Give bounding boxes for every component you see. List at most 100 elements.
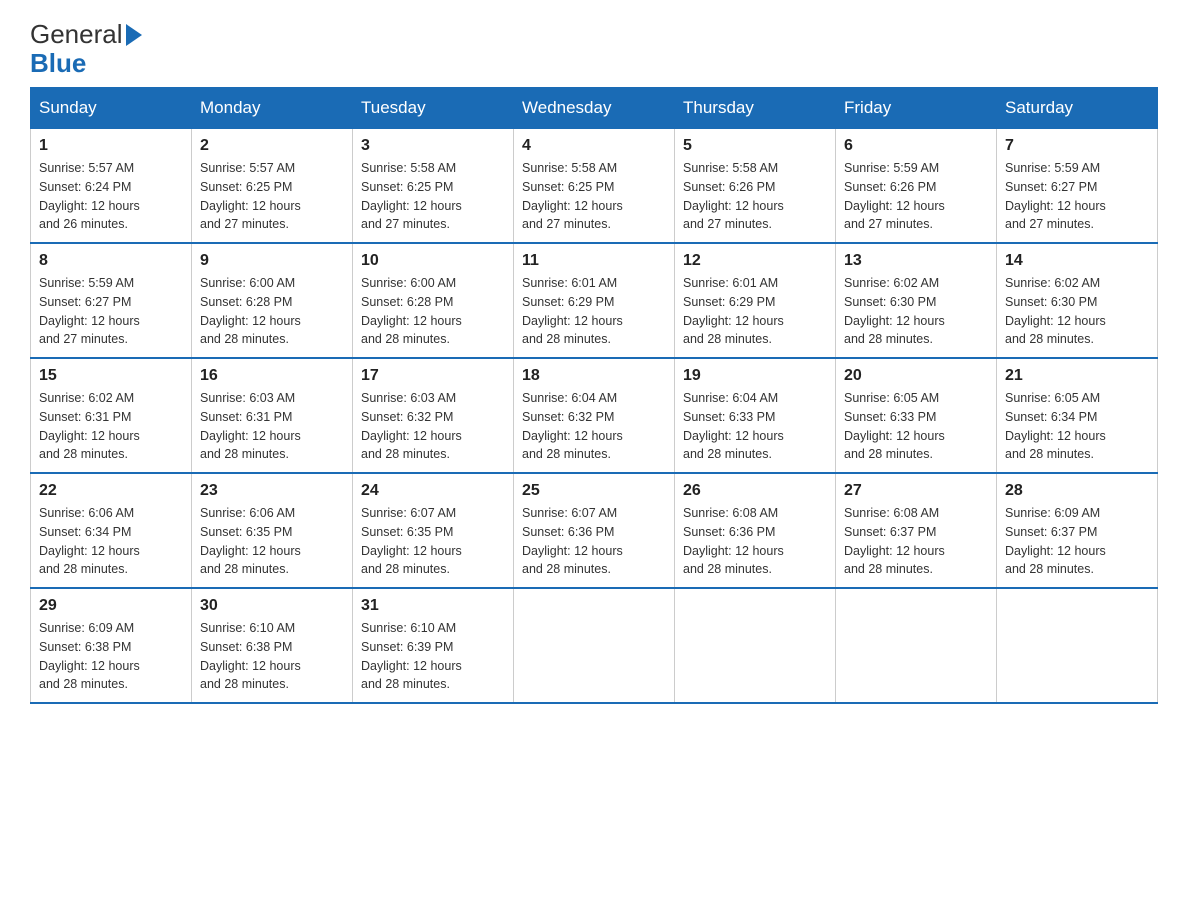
daylight-minutes: and 27 minutes. — [200, 217, 289, 231]
sunset-label: Sunset: 6:34 PM — [1005, 410, 1097, 424]
day-number: 10 — [361, 252, 505, 270]
calendar-cell: 9 Sunrise: 6:00 AM Sunset: 6:28 PM Dayli… — [192, 243, 353, 358]
calendar-cell: 18 Sunrise: 6:04 AM Sunset: 6:32 PM Dayl… — [514, 358, 675, 473]
daylight-minutes: and 28 minutes. — [361, 562, 450, 576]
column-header-friday: Friday — [836, 88, 997, 129]
day-number: 19 — [683, 367, 827, 385]
daylight-label: Daylight: 12 hours — [39, 659, 140, 673]
daylight-label: Daylight: 12 hours — [1005, 544, 1106, 558]
sunrise-label: Sunrise: 6:07 AM — [522, 506, 617, 520]
day-info: Sunrise: 6:10 AM Sunset: 6:38 PM Dayligh… — [200, 619, 344, 694]
calendar-cell: 29 Sunrise: 6:09 AM Sunset: 6:38 PM Dayl… — [31, 588, 192, 703]
day-info: Sunrise: 6:02 AM Sunset: 6:30 PM Dayligh… — [844, 274, 988, 349]
day-info: Sunrise: 6:05 AM Sunset: 6:34 PM Dayligh… — [1005, 389, 1149, 464]
day-number: 30 — [200, 597, 344, 615]
sunset-label: Sunset: 6:33 PM — [683, 410, 775, 424]
daylight-minutes: and 28 minutes. — [522, 447, 611, 461]
daylight-minutes: and 28 minutes. — [683, 332, 772, 346]
daylight-minutes: and 28 minutes. — [39, 447, 128, 461]
daylight-minutes: and 28 minutes. — [200, 332, 289, 346]
day-number: 25 — [522, 482, 666, 500]
day-number: 2 — [200, 137, 344, 155]
calendar-cell — [514, 588, 675, 703]
sunrise-label: Sunrise: 6:06 AM — [39, 506, 134, 520]
day-info: Sunrise: 6:03 AM Sunset: 6:31 PM Dayligh… — [200, 389, 344, 464]
calendar-cell: 6 Sunrise: 5:59 AM Sunset: 6:26 PM Dayli… — [836, 129, 997, 244]
sunrise-label: Sunrise: 6:00 AM — [200, 276, 295, 290]
calendar-cell: 4 Sunrise: 5:58 AM Sunset: 6:25 PM Dayli… — [514, 129, 675, 244]
daylight-minutes: and 28 minutes. — [361, 447, 450, 461]
sunset-label: Sunset: 6:24 PM — [39, 180, 131, 194]
column-header-monday: Monday — [192, 88, 353, 129]
daylight-label: Daylight: 12 hours — [683, 429, 784, 443]
day-info: Sunrise: 5:58 AM Sunset: 6:25 PM Dayligh… — [361, 159, 505, 234]
calendar-week-3: 15 Sunrise: 6:02 AM Sunset: 6:31 PM Dayl… — [31, 358, 1158, 473]
daylight-label: Daylight: 12 hours — [683, 544, 784, 558]
sunset-label: Sunset: 6:26 PM — [683, 180, 775, 194]
day-info: Sunrise: 6:05 AM Sunset: 6:33 PM Dayligh… — [844, 389, 988, 464]
day-number: 4 — [522, 137, 666, 155]
daylight-minutes: and 28 minutes. — [200, 562, 289, 576]
calendar-cell: 8 Sunrise: 5:59 AM Sunset: 6:27 PM Dayli… — [31, 243, 192, 358]
day-number: 31 — [361, 597, 505, 615]
logo-general-text: General — [30, 20, 123, 49]
calendar-cell: 19 Sunrise: 6:04 AM Sunset: 6:33 PM Dayl… — [675, 358, 836, 473]
calendar-week-1: 1 Sunrise: 5:57 AM Sunset: 6:24 PM Dayli… — [31, 129, 1158, 244]
sunrise-label: Sunrise: 6:01 AM — [683, 276, 778, 290]
sunrise-label: Sunrise: 5:58 AM — [683, 161, 778, 175]
day-info: Sunrise: 6:07 AM Sunset: 6:35 PM Dayligh… — [361, 504, 505, 579]
sunset-label: Sunset: 6:27 PM — [1005, 180, 1097, 194]
sunset-label: Sunset: 6:27 PM — [39, 295, 131, 309]
day-number: 23 — [200, 482, 344, 500]
calendar-cell: 22 Sunrise: 6:06 AM Sunset: 6:34 PM Dayl… — [31, 473, 192, 588]
day-info: Sunrise: 5:59 AM Sunset: 6:27 PM Dayligh… — [1005, 159, 1149, 234]
sunset-label: Sunset: 6:28 PM — [200, 295, 292, 309]
calendar-cell: 20 Sunrise: 6:05 AM Sunset: 6:33 PM Dayl… — [836, 358, 997, 473]
calendar-cell: 23 Sunrise: 6:06 AM Sunset: 6:35 PM Dayl… — [192, 473, 353, 588]
column-header-thursday: Thursday — [675, 88, 836, 129]
day-info: Sunrise: 6:08 AM Sunset: 6:36 PM Dayligh… — [683, 504, 827, 579]
daylight-minutes: and 28 minutes. — [522, 562, 611, 576]
logo-triangle-icon — [126, 24, 142, 46]
sunrise-label: Sunrise: 6:09 AM — [1005, 506, 1100, 520]
day-number: 11 — [522, 252, 666, 270]
calendar-cell: 3 Sunrise: 5:58 AM Sunset: 6:25 PM Dayli… — [353, 129, 514, 244]
daylight-minutes: and 28 minutes. — [39, 677, 128, 691]
sunrise-label: Sunrise: 6:05 AM — [1005, 391, 1100, 405]
daylight-minutes: and 27 minutes. — [1005, 217, 1094, 231]
day-number: 5 — [683, 137, 827, 155]
day-info: Sunrise: 6:09 AM Sunset: 6:38 PM Dayligh… — [39, 619, 183, 694]
sunset-label: Sunset: 6:29 PM — [683, 295, 775, 309]
sunset-label: Sunset: 6:30 PM — [844, 295, 936, 309]
daylight-minutes: and 28 minutes. — [683, 447, 772, 461]
daylight-label: Daylight: 12 hours — [361, 314, 462, 328]
logo: General Blue — [30, 20, 142, 77]
daylight-minutes: and 27 minutes. — [683, 217, 772, 231]
logo-blue-text: Blue — [30, 48, 86, 78]
day-info: Sunrise: 5:57 AM Sunset: 6:25 PM Dayligh… — [200, 159, 344, 234]
day-info: Sunrise: 5:59 AM Sunset: 6:26 PM Dayligh… — [844, 159, 988, 234]
calendar-cell — [675, 588, 836, 703]
daylight-label: Daylight: 12 hours — [683, 199, 784, 213]
calendar-cell: 7 Sunrise: 5:59 AM Sunset: 6:27 PM Dayli… — [997, 129, 1158, 244]
calendar-cell — [997, 588, 1158, 703]
day-info: Sunrise: 6:07 AM Sunset: 6:36 PM Dayligh… — [522, 504, 666, 579]
day-number: 24 — [361, 482, 505, 500]
daylight-label: Daylight: 12 hours — [200, 199, 301, 213]
sunset-label: Sunset: 6:38 PM — [200, 640, 292, 654]
daylight-minutes: and 28 minutes. — [844, 562, 933, 576]
calendar-header-row: SundayMondayTuesdayWednesdayThursdayFrid… — [31, 88, 1158, 129]
day-number: 16 — [200, 367, 344, 385]
daylight-minutes: and 28 minutes. — [683, 562, 772, 576]
day-info: Sunrise: 6:01 AM Sunset: 6:29 PM Dayligh… — [522, 274, 666, 349]
calendar-cell: 25 Sunrise: 6:07 AM Sunset: 6:36 PM Dayl… — [514, 473, 675, 588]
sunrise-label: Sunrise: 6:08 AM — [683, 506, 778, 520]
daylight-minutes: and 27 minutes. — [39, 332, 128, 346]
daylight-label: Daylight: 12 hours — [200, 544, 301, 558]
sunrise-label: Sunrise: 6:08 AM — [844, 506, 939, 520]
calendar-cell: 15 Sunrise: 6:02 AM Sunset: 6:31 PM Dayl… — [31, 358, 192, 473]
sunrise-label: Sunrise: 5:59 AM — [1005, 161, 1100, 175]
column-header-saturday: Saturday — [997, 88, 1158, 129]
sunset-label: Sunset: 6:32 PM — [522, 410, 614, 424]
sunset-label: Sunset: 6:31 PM — [39, 410, 131, 424]
